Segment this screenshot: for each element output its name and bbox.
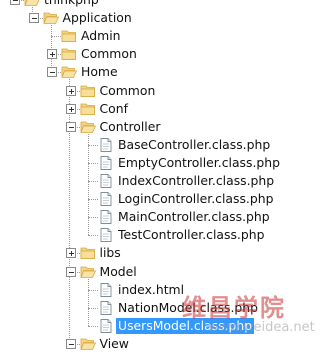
tree-connector xyxy=(87,307,98,309)
file-icon xyxy=(98,191,114,207)
tree-item-label: IndexController.class.php xyxy=(118,173,275,188)
tree-connector xyxy=(87,162,98,164)
tree-item-label: View xyxy=(99,335,129,351)
watermark-subtext: www.weidea.net xyxy=(208,320,315,335)
expand-plus-icon[interactable] xyxy=(65,248,76,259)
collapse-minus-icon[interactable] xyxy=(65,266,76,277)
tree-folder-admin[interactable]: Admin xyxy=(0,27,317,45)
tree-connector xyxy=(87,325,98,327)
tree-item-label: index.html xyxy=(118,281,185,297)
tree-item-label: Conf xyxy=(99,100,128,116)
file-icon xyxy=(98,173,114,189)
tree-item-label: MainController.class.php xyxy=(118,209,270,225)
watermark-text: 维昌学院 xyxy=(182,294,286,322)
file-icon xyxy=(98,209,114,225)
collapse-minus-icon[interactable] xyxy=(10,0,20,5)
tree-item-label: thinkphp xyxy=(44,0,99,8)
tree-item-label: Common xyxy=(99,82,156,98)
file-icon xyxy=(98,155,114,171)
tree-folder-home[interactable]: Home xyxy=(0,63,317,81)
folder-open-icon xyxy=(24,0,40,8)
tree-connector xyxy=(87,144,98,146)
collapse-minus-icon[interactable] xyxy=(28,13,39,24)
expand-plus-icon[interactable] xyxy=(65,103,76,114)
file-icon xyxy=(98,282,114,298)
tree-item-label: libs xyxy=(99,245,121,261)
tree-connector xyxy=(87,235,98,237)
tree-folder-application[interactable]: Application xyxy=(0,9,317,27)
tree-item-label: Controller xyxy=(99,118,161,134)
tree-file-emptycontroller-class-php[interactable]: EmptyController.class.php xyxy=(0,154,317,172)
tree-file-maincontroller-class-php[interactable]: MainController.class.php xyxy=(0,208,317,226)
folder-icon xyxy=(61,46,77,62)
tree-file-indexcontroller-class-php[interactable]: IndexController.class.php xyxy=(0,172,317,190)
tree-file-testcontroller-class-php[interactable]: TestController.class.php xyxy=(0,226,317,244)
tree-connector xyxy=(87,181,98,182)
tree-folder-conf[interactable]: Conf xyxy=(0,100,317,118)
tree-file-logincontroller-class-php[interactable]: LoginController.class.php xyxy=(0,190,317,208)
expand-plus-icon[interactable] xyxy=(47,49,57,60)
tree-folder-common[interactable]: Common xyxy=(0,45,317,63)
collapse-minus-icon[interactable] xyxy=(65,121,76,132)
file-icon xyxy=(98,300,114,316)
collapse-minus-icon[interactable] xyxy=(47,67,57,78)
tree-item-label: TestController.class.php xyxy=(118,227,265,243)
tree-item-label: BaseController.class.php xyxy=(118,136,271,152)
tree-folder-libs[interactable]: libs xyxy=(0,244,317,262)
folder-icon xyxy=(61,28,77,44)
tree-connector xyxy=(87,289,98,291)
tree-connector xyxy=(87,217,98,219)
tree-folder-model[interactable]: Model xyxy=(0,263,317,281)
file-icon xyxy=(98,227,114,243)
folder-icon xyxy=(80,245,96,261)
folder-open-icon xyxy=(79,336,96,352)
tree-connector xyxy=(50,36,61,38)
expand-plus-icon[interactable] xyxy=(65,85,76,96)
tree-connector xyxy=(87,199,98,201)
tree-item-label: Application xyxy=(62,10,132,26)
folder-open-icon xyxy=(79,119,96,135)
folder-icon xyxy=(80,101,96,117)
folder-icon xyxy=(80,83,96,99)
tree-folder-thinkphp[interactable]: thinkphp xyxy=(0,0,317,9)
file-icon xyxy=(98,137,114,153)
tree-item-label: Home xyxy=(81,64,118,80)
tree-folder-common[interactable]: Common xyxy=(0,82,317,100)
watermark-logo: 维昌学院 www.weidea.net xyxy=(178,288,315,344)
tree-folder-controller[interactable]: Controller xyxy=(0,118,317,136)
folder-open-icon xyxy=(79,264,96,280)
tree-file-basecontroller-class-php[interactable]: BaseController.class.php xyxy=(0,136,317,154)
file-icon xyxy=(98,318,114,334)
tree-item-label: Common xyxy=(81,46,137,62)
folder-open-icon xyxy=(61,64,78,80)
tree-item-label: Model xyxy=(99,263,137,279)
tree-item-label: LoginController.class.php xyxy=(118,191,274,207)
tree-item-label: Admin xyxy=(81,28,121,44)
folder-open-icon xyxy=(42,10,59,26)
collapse-minus-icon[interactable] xyxy=(65,338,76,349)
tree-item-label: EmptyController.class.php xyxy=(118,154,280,170)
